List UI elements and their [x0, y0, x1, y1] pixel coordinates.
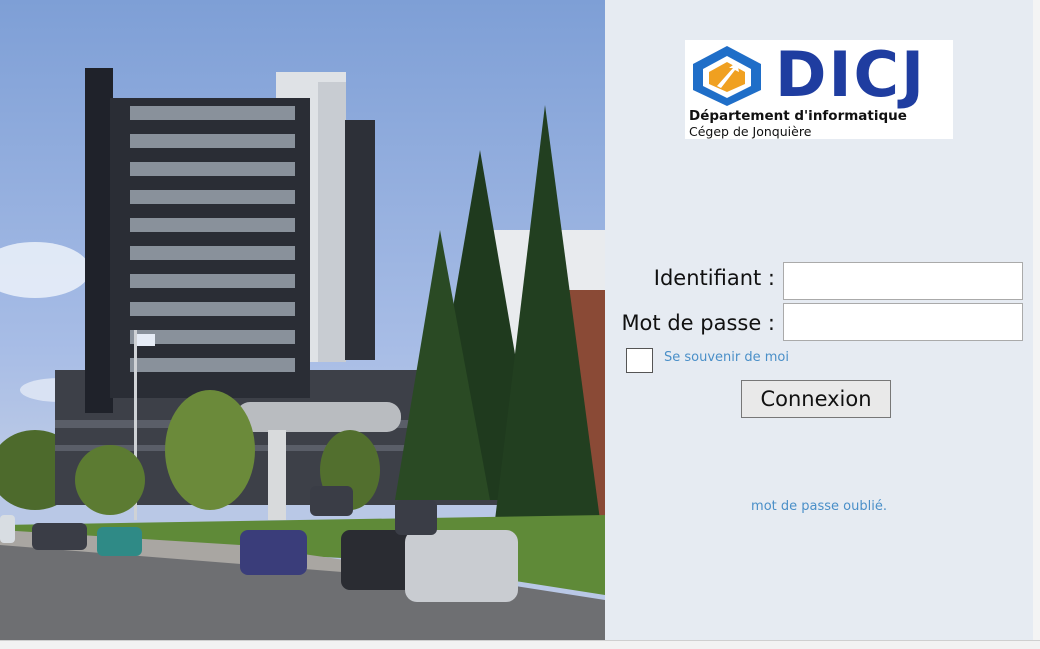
- window-right-edge: [1033, 0, 1040, 640]
- logo-wordmark: DICJ: [775, 38, 927, 111]
- login-panel: DICJ Département d'informatique Cégep de…: [605, 0, 1033, 640]
- login-page: DICJ Département d'informatique Cégep de…: [0, 0, 1040, 649]
- logo-department: Département d'informatique: [689, 108, 907, 124]
- username-input[interactable]: [783, 262, 1023, 300]
- dicj-logo-icon: [693, 46, 761, 106]
- logo-college: Cégep de Jonquière: [689, 124, 812, 139]
- remember-me-label[interactable]: Se souvenir de moi: [664, 350, 789, 365]
- forgot-password-link[interactable]: mot de passe oublié.: [605, 499, 1033, 514]
- remember-me-checkbox[interactable]: [626, 348, 653, 373]
- campus-building-photo: [0, 68, 605, 640]
- dicj-logo: DICJ Département d'informatique Cégep de…: [685, 40, 953, 139]
- username-label: Identifiant :: [653, 266, 775, 290]
- password-label: Mot de passe :: [621, 311, 775, 335]
- window-bottom-bar: [0, 640, 1040, 649]
- login-button[interactable]: Connexion: [741, 380, 891, 418]
- campus-photo: [0, 0, 605, 640]
- password-input[interactable]: [783, 303, 1023, 341]
